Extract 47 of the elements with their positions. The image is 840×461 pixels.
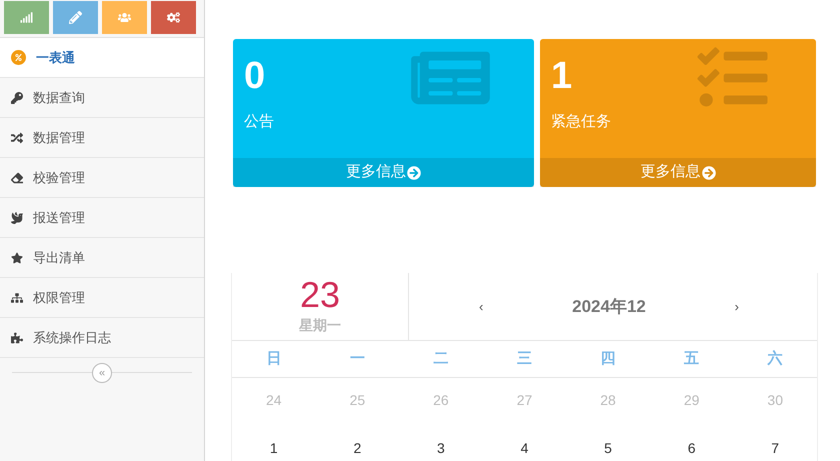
sidebar-item[interactable]: 权限管理	[0, 278, 204, 318]
sidebar-item[interactable]: 数据查询	[0, 78, 204, 118]
weekday-header: 日	[266, 348, 282, 369]
calendar-day[interactable]: 4	[520, 438, 528, 459]
users-icon	[118, 11, 131, 24]
next-month-button[interactable]: ›	[734, 296, 739, 316]
calendar-day[interactable]: 5	[604, 438, 612, 459]
calendar-day[interactable]: 3	[437, 438, 445, 459]
sidebar-item[interactable]: 一表通	[0, 38, 204, 78]
calendar-day[interactable]: 2	[353, 438, 362, 459]
current-weekday: 星期一	[299, 316, 341, 335]
shortcut-button[interactable]	[102, 1, 147, 34]
prev-month-button[interactable]: ‹	[479, 296, 484, 316]
stat-label: 公告	[244, 112, 274, 132]
stat-count: 0	[244, 54, 266, 99]
calendar-day[interactable]: 1	[270, 438, 278, 459]
sidebar-item[interactable]: 系统操作日志	[0, 318, 204, 358]
weekday-header: 四	[600, 348, 616, 369]
shortcut-button[interactable]	[151, 1, 196, 34]
eraser-icon	[11, 172, 23, 184]
signal-icon	[20, 11, 33, 24]
pencil-icon	[69, 11, 82, 24]
weekday-header: 一	[350, 348, 365, 369]
stat-label: 紧急任务	[551, 112, 611, 132]
sidebar-item[interactable]: 报送管理	[0, 198, 204, 238]
sidebar-item[interactable]: 数据管理	[0, 118, 204, 158]
weekday-header: 二	[433, 348, 448, 369]
shuffle-icon	[11, 132, 23, 144]
weekday-header: 三	[516, 348, 532, 369]
key-icon	[11, 92, 23, 104]
weekday-header: 六	[768, 348, 783, 369]
calendar-day[interactable]: 6	[688, 438, 696, 459]
sitemap-icon	[11, 292, 23, 304]
bird-icon	[11, 212, 23, 224]
stat-count: 1	[551, 54, 572, 99]
weekday-header: 五	[684, 348, 700, 369]
percent-badge-icon	[11, 50, 26, 65]
gears-icon	[167, 11, 180, 24]
sidebar-item[interactable]: 导出清单	[0, 238, 204, 278]
shortcut-button[interactable]	[4, 1, 49, 34]
puzzle-icon	[11, 332, 23, 344]
star-icon	[11, 252, 23, 264]
calendar-day[interactable]: 7	[771, 438, 780, 459]
shortcut-button[interactable]	[53, 1, 98, 34]
sidebar-item[interactable]: 校验管理	[0, 158, 204, 198]
current-day: 23	[300, 275, 340, 315]
month-title: 2024年12	[572, 296, 646, 318]
